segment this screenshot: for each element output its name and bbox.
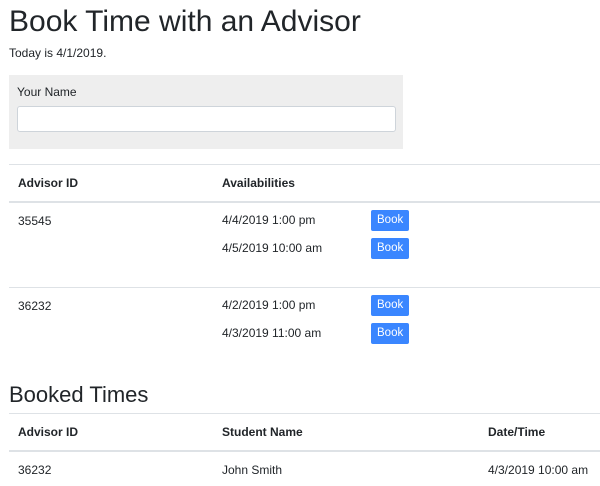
booked-times-title: Booked Times: [9, 382, 149, 407]
page: Book Time with an Advisor Today is 4/1/2…: [0, 0, 600, 486]
availabilities-cell: 4/4/2019 1:00 pm Book 4/5/2019 10:00 am …: [213, 202, 600, 288]
booked-student-name: John Smith: [222, 463, 283, 477]
today-text: Today is 4/1/2019.: [9, 46, 107, 60]
page-title: Book Time with an Advisor: [9, 5, 361, 38]
booked-times-table: Advisor ID Student Name Date/Time 36232 …: [9, 413, 600, 486]
advisor-id-cell: 35545: [18, 214, 52, 228]
slot-time: 4/5/2019 10:00 am: [222, 241, 323, 255]
header-availabilities: Availabilities: [213, 164, 600, 203]
availability-slot: 4/4/2019 1:00 pm Book: [222, 209, 591, 231]
booked-datetime: 4/3/2019 10:00 am: [488, 463, 589, 477]
availabilities-cell: 4/2/2019 1:00 pm Book 4/3/2019 11:00 am …: [213, 287, 600, 372]
booked-advisor-id: 36232: [18, 463, 52, 477]
header-advisor-id: Advisor ID: [9, 164, 213, 203]
name-input[interactable]: [17, 106, 396, 132]
slot-time: 4/3/2019 11:00 am: [222, 326, 322, 340]
book-button[interactable]: Book: [371, 322, 410, 344]
availability-slot: 4/5/2019 10:00 am Book: [222, 237, 591, 259]
header-advisor-id: Advisor ID: [9, 413, 213, 452]
book-button[interactable]: Book: [371, 237, 410, 259]
name-label: Your Name: [17, 85, 77, 99]
header-datetime: Date/Time: [479, 413, 600, 452]
book-button[interactable]: Book: [371, 209, 410, 231]
table-row: 36232 John Smith 4/3/2019 10:00 am: [9, 451, 600, 486]
advisors-header-row: Advisor ID Availabilities: [9, 164, 600, 203]
booked-header-row: Advisor ID Student Name Date/Time: [9, 413, 600, 452]
availability-slot: 4/3/2019 11:00 am Book: [222, 322, 591, 344]
slot-time: 4/2/2019 1:00 pm: [222, 298, 316, 312]
slot-time: 4/4/2019 1:00 pm: [222, 213, 316, 227]
header-student-name: Student Name: [213, 413, 479, 452]
book-button[interactable]: Book: [371, 294, 410, 316]
advisors-table: Advisor ID Availabilities 35545 4/4/2019…: [9, 164, 600, 372]
name-form-panel: Your Name: [9, 75, 403, 149]
table-row: 36232 4/2/2019 1:00 pm Book 4/3/2019 11:…: [9, 287, 600, 372]
table-row: 35545 4/4/2019 1:00 pm Book 4/5/2019 10:…: [9, 202, 600, 288]
availability-slot: 4/2/2019 1:00 pm Book: [222, 294, 591, 316]
advisor-id-cell: 36232: [9, 287, 213, 372]
